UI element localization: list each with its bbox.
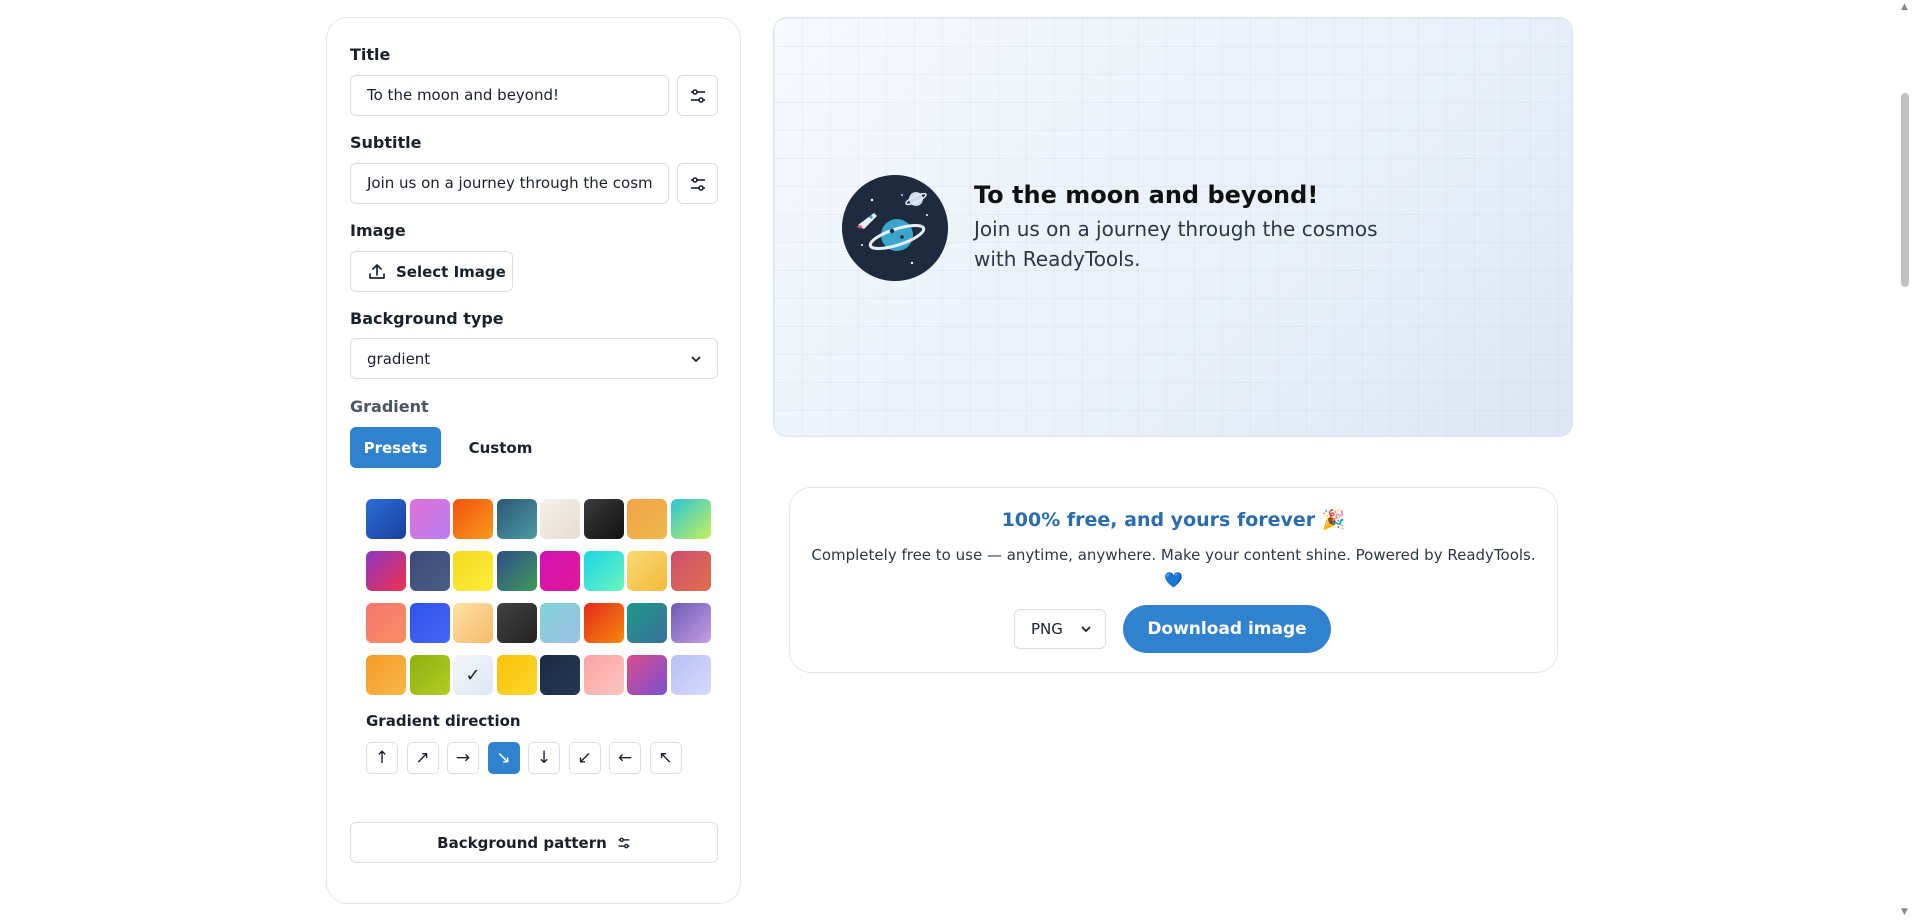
gradient-preset-swatch[interactable]	[366, 655, 406, 695]
image-label: Image	[350, 221, 406, 240]
upload-icon	[369, 263, 385, 279]
check-icon: ✓	[465, 664, 481, 686]
scroll-down-icon[interactable]: ▼	[1901, 907, 1908, 917]
gradient-preset-swatch[interactable]	[583, 551, 624, 591]
description-text: Completely free to use — anytime, anywhe…	[811, 546, 1536, 564]
gradient-preset-swatch[interactable]	[496, 603, 537, 643]
sliders-icon	[690, 88, 705, 103]
download-image-button[interactable]: Download image	[1123, 605, 1331, 653]
gradient-preset-swatch[interactable]	[540, 603, 580, 643]
background-type-label: Background type	[350, 309, 504, 328]
gradient-preset-swatch[interactable]	[670, 499, 711, 539]
gradient-preset-swatch[interactable]	[453, 499, 493, 539]
direction-up-left-button[interactable]: ↖	[649, 742, 682, 774]
gradient-preset-swatch[interactable]	[583, 655, 624, 695]
gradient-preset-swatch[interactable]	[583, 603, 624, 643]
gradient-preset-swatch[interactable]	[496, 499, 537, 539]
free-headline: 100% free, and yours forever 🎉	[1001, 509, 1346, 531]
direction-down-right-button[interactable]: ↘	[487, 742, 520, 774]
tab-presets[interactable]: Presets	[350, 427, 441, 468]
gradient-label: Gradient	[350, 397, 429, 416]
title-settings-button[interactable]	[677, 75, 718, 116]
preview-subtitle: Join us on a journey through the cosmos …	[974, 217, 1378, 271]
gradient-preset-swatch[interactable]	[540, 655, 580, 695]
gradient-preset-swatch[interactable]	[670, 551, 711, 591]
select-image-button[interactable]: Select Image	[350, 251, 513, 292]
gradient-presets-grid: ✓	[366, 499, 711, 695]
planet-rocket-icon	[842, 175, 948, 281]
gradient-preset-swatch[interactable]	[627, 551, 667, 591]
gradient-preset-swatch[interactable]	[453, 551, 493, 591]
download-card: 100% free, and yours forever 🎉 Completel…	[789, 487, 1558, 673]
page-scrollbar[interactable]: ▲ ▼	[1898, 0, 1912, 924]
format-select[interactable]: PNG	[1014, 609, 1106, 649]
chevron-down-icon	[1081, 626, 1091, 633]
direction-up-right-button[interactable]: ↗	[406, 742, 439, 774]
gradient-preset-swatch[interactable]	[496, 655, 537, 695]
gradient-preset-swatch[interactable]	[496, 551, 537, 591]
sliders-icon	[618, 837, 630, 848]
gradient-direction-label: Gradient direction	[366, 712, 521, 730]
gradient-preset-swatch[interactable]	[583, 499, 624, 539]
background-pattern-button[interactable]: Background pattern	[350, 822, 718, 863]
scroll-up-icon[interactable]: ▲	[1901, 2, 1908, 12]
gradient-preset-swatch[interactable]	[409, 551, 450, 591]
scrollbar-thumb[interactable]	[1901, 93, 1909, 287]
gradient-preset-swatch[interactable]	[627, 499, 667, 539]
background-type-value: gradient	[367, 349, 431, 368]
gradient-preset-swatch[interactable]: ✓	[453, 655, 493, 695]
direction-left-button[interactable]: ←	[609, 742, 641, 774]
title-label: Title	[350, 45, 391, 64]
preview-canvas: To the moon and beyond! Join us on a jou…	[773, 17, 1573, 437]
gradient-preset-swatch[interactable]	[366, 499, 406, 539]
background-type-select[interactable]: gradient	[350, 338, 718, 379]
settings-panel: Title To the moon and beyond! Subtitle J…	[326, 17, 741, 904]
chevron-down-icon	[691, 355, 701, 362]
gradient-preset-swatch[interactable]	[453, 603, 493, 643]
direction-down-left-button[interactable]: ↙	[568, 742, 601, 774]
gradient-preset-swatch[interactable]	[366, 551, 406, 591]
gradient-preset-swatch[interactable]	[366, 603, 406, 643]
background-pattern-label: Background pattern	[437, 833, 607, 852]
tab-custom[interactable]: Custom	[458, 427, 543, 468]
sliders-icon	[690, 176, 705, 191]
format-value: PNG	[1031, 620, 1063, 638]
subtitle-input[interactable]: Join us on a journey through the cosm	[350, 163, 669, 204]
subtitle-settings-button[interactable]	[677, 163, 718, 204]
gradient-preset-swatch[interactable]	[409, 655, 450, 695]
heart-icon: 💙	[1164, 571, 1183, 589]
gradient-preset-swatch[interactable]	[540, 499, 580, 539]
preview-title: To the moon and beyond!	[974, 181, 1319, 209]
direction-right-button[interactable]: →	[447, 742, 479, 774]
subtitle-label: Subtitle	[350, 133, 422, 152]
gradient-preset-swatch[interactable]	[540, 551, 580, 591]
select-image-label: Select Image	[396, 262, 506, 281]
gradient-preset-swatch[interactable]	[670, 655, 711, 695]
gradient-preset-swatch[interactable]	[670, 603, 711, 643]
direction-up-button[interactable]: ↑	[366, 742, 398, 774]
gradient-preset-swatch[interactable]	[409, 603, 450, 643]
direction-down-button[interactable]: ↓	[528, 742, 560, 774]
gradient-preset-swatch[interactable]	[627, 603, 667, 643]
title-input[interactable]: To the moon and beyond!	[350, 75, 669, 116]
gradient-preset-swatch[interactable]	[627, 655, 667, 695]
gradient-direction-group: ↑ ↗ → ↘ ↓ ↙ ← ↖	[366, 742, 682, 774]
gradient-preset-swatch[interactable]	[409, 499, 450, 539]
free-description: Completely free to use — anytime, anywhe…	[810, 543, 1537, 593]
